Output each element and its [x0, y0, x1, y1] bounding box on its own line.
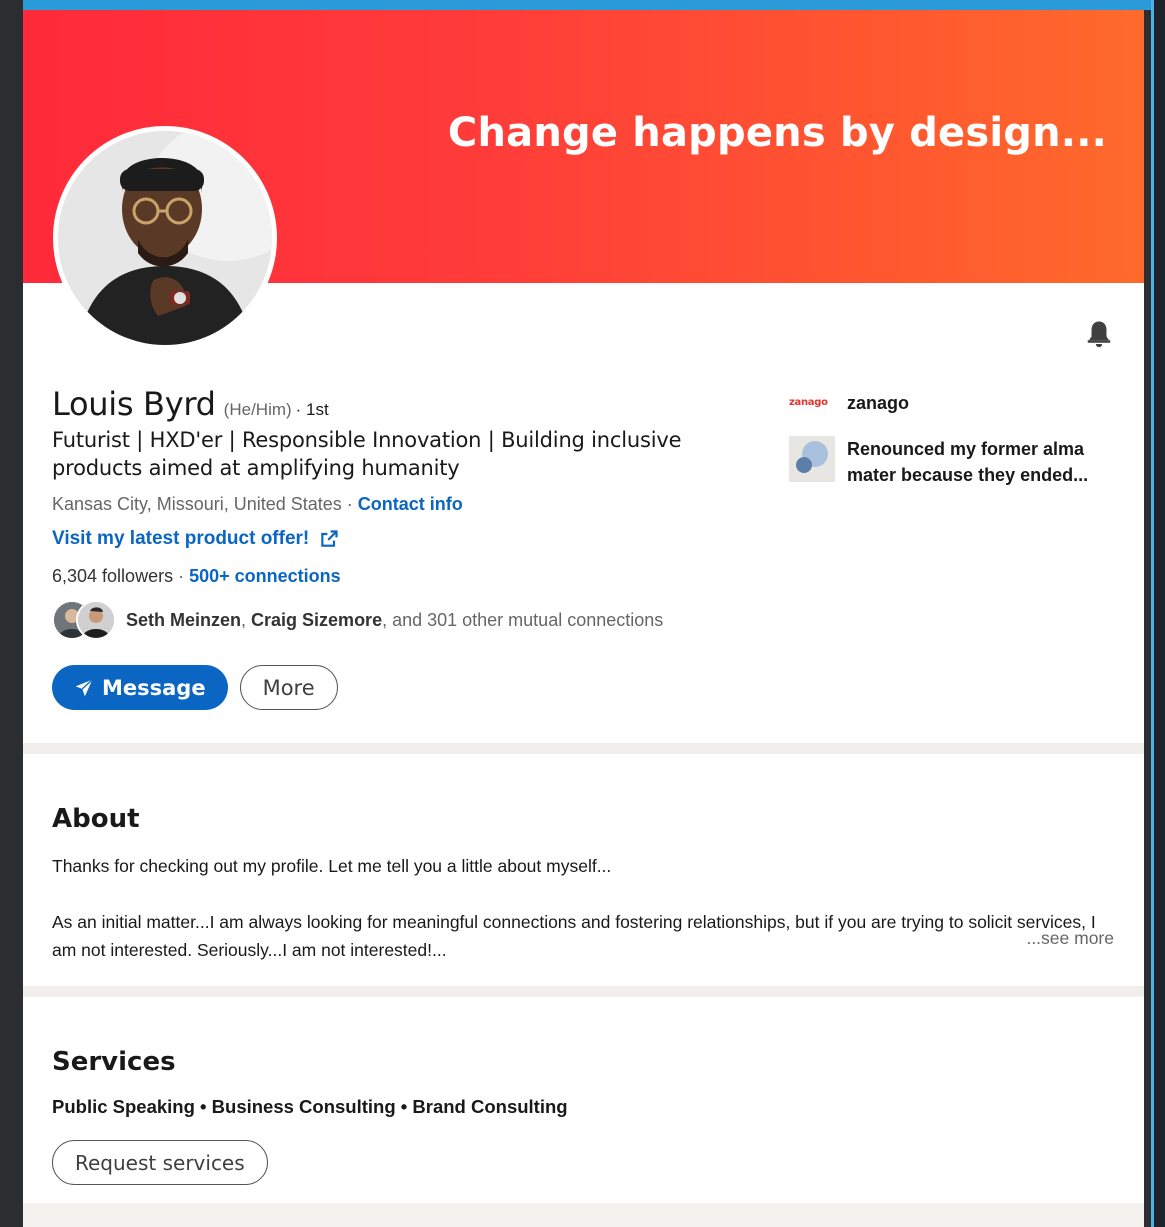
mutual-avatar-2 [76, 600, 116, 640]
see-more-link[interactable]: ...see more [1026, 928, 1114, 949]
window-frame-left [0, 0, 23, 1227]
product-link-label: Visit my latest product offer! [52, 528, 310, 549]
profile-top-card: Change happens by design... Louis Byrd (… [23, 10, 1144, 743]
message-button-label: Message [102, 675, 206, 700]
message-button[interactable]: Message [52, 665, 228, 710]
about-section: About Thanks for checking out my profile… [23, 754, 1144, 986]
request-services-button[interactable]: Request services [52, 1140, 268, 1185]
external-link-icon [321, 530, 338, 547]
services-list: Public Speaking • Business Consulting • … [52, 1096, 568, 1117]
followers-row: 6,304 followers · 500+ connections [52, 566, 341, 587]
zanago-logo: zanago [789, 396, 828, 408]
about-paragraph-1: Thanks for checking out my profile. Let … [52, 856, 612, 876]
profile-name: Louis Byrd [52, 385, 216, 423]
about-paragraph-2: As an initial matter...I am always looki… [52, 912, 1096, 960]
mutual-rest: , and 301 other mutual connections [382, 609, 664, 630]
avatar-illustration [58, 131, 272, 345]
connections-separator: · [173, 566, 190, 586]
current-company[interactable]: zanago zanago [789, 390, 1129, 416]
profile-pronouns: (He/Him) [223, 400, 292, 419]
followers-count: 6,304 followers [52, 566, 174, 586]
send-icon [75, 678, 93, 696]
mutual-connections[interactable]: Seth Meinzen, Craig Sizemore, and 301 ot… [52, 600, 663, 640]
section-divider [23, 743, 1144, 753]
connection-degree: · 1st [295, 400, 329, 419]
profile-actions: Message More [52, 665, 338, 710]
window-frame-top [0, 0, 1165, 10]
school-logo-icon [789, 436, 835, 482]
profile-page: Change happens by design... Louis Byrd (… [23, 10, 1144, 1227]
section-divider [23, 986, 1144, 996]
mutual-name-1: Seth Meinzen [126, 609, 242, 630]
mutual-avatars [52, 600, 116, 640]
company-name: zanago [847, 393, 910, 413]
name-row: Louis Byrd (He/Him) · 1st [52, 385, 329, 423]
profile-headline: Futurist | HXD'er | Responsible Innovati… [52, 428, 682, 480]
profile-highlights: zanago zanago Renounced my former alma m… [789, 390, 1129, 508]
connections-link[interactable]: 500+ connections [189, 566, 341, 586]
about-title: About [52, 804, 140, 834]
services-title: Services [52, 1047, 176, 1077]
banner-text: Change happens by design... [447, 110, 1107, 156]
location-separator: · [341, 494, 358, 514]
profile-photo[interactable] [53, 126, 277, 350]
avatar [58, 131, 272, 345]
more-button[interactable]: More [239, 665, 338, 710]
location-row: Kansas City, Missouri, United States · C… [52, 494, 463, 515]
mutual-connections-text: Seth Meinzen, Craig Sizemore, and 301 ot… [126, 610, 663, 631]
bell-icon[interactable] [1084, 318, 1114, 350]
product-link[interactable]: Visit my latest product offer! [52, 528, 339, 550]
mutual-sep: , [241, 609, 252, 630]
education-text: Renounced my former alma mater because t… [847, 439, 1089, 485]
contact-info-link[interactable]: Contact info [358, 494, 463, 514]
profile-location: Kansas City, Missouri, United States [52, 494, 342, 514]
services-section: Services Public Speaking • Business Cons… [23, 997, 1144, 1203]
mutual-name-2: Craig Sizemore [251, 609, 383, 630]
education-item[interactable]: Renounced my former alma mater because t… [789, 436, 1129, 488]
window-frame-right [1151, 0, 1165, 1227]
